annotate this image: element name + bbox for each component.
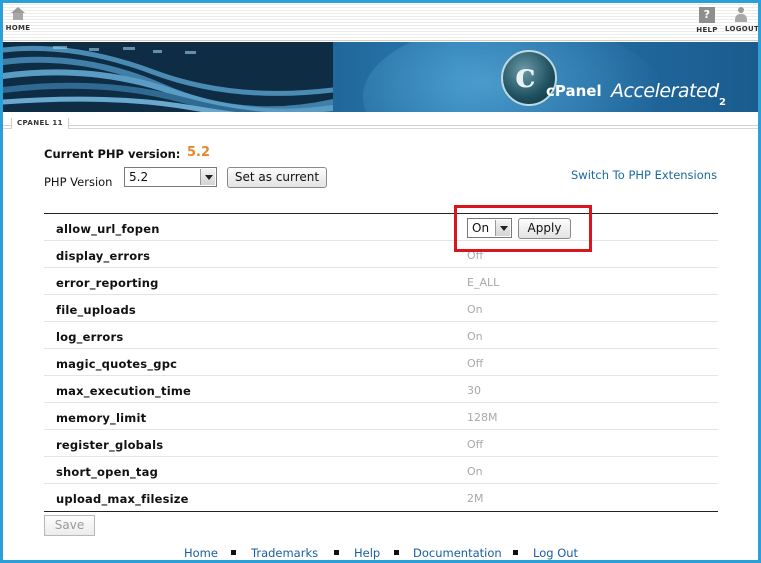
table-row: max_execution_time 30 (44, 376, 718, 403)
setting-value[interactable]: 30 (467, 384, 481, 397)
footer-link-documentation[interactable]: Documentation (413, 546, 502, 560)
setting-name[interactable]: register_globals (56, 438, 163, 452)
setting-name[interactable]: error_reporting (56, 276, 159, 290)
help-button[interactable]: ? HELP (696, 7, 718, 34)
table-row: register_globals Off (44, 430, 718, 457)
bullet-separator (231, 550, 236, 555)
setting-name[interactable]: file_uploads (56, 303, 136, 317)
footer-link-trademarks[interactable]: Trademarks (251, 546, 318, 560)
brand-name: cPanel (546, 82, 602, 100)
table-row: upload_max_filesize 2M (44, 484, 718, 511)
help-icon: ? (699, 7, 715, 23)
php-version-select[interactable]: 5.2 (124, 167, 217, 187)
setting-value[interactable]: On (467, 303, 483, 316)
setting-value[interactable]: E_ALL (467, 276, 499, 289)
table-row: error_reporting E_ALL (44, 268, 718, 295)
php-version-selected: 5.2 (129, 170, 149, 184)
help-label: HELP (696, 26, 718, 34)
setting-name[interactable]: upload_max_filesize (56, 492, 189, 506)
page-frame: HOME ? HELP LOGOUT c cPanel Accelerated … (3, 3, 758, 560)
brand-version: 2 (719, 97, 726, 108)
setting-value[interactable]: On (467, 330, 483, 343)
bullet-separator (513, 550, 518, 555)
php-version-label: PHP Version (44, 175, 113, 189)
logout-button[interactable]: LOGOUT (725, 7, 758, 33)
top-toolbar: HOME ? HELP LOGOUT (3, 3, 758, 41)
home-label: HOME (5, 24, 31, 32)
setting-name[interactable]: memory_limit (56, 411, 146, 425)
logout-icon (734, 7, 748, 22)
setting-name[interactable]: allow_url_fopen (56, 222, 160, 236)
table-row: display_errors Off (44, 241, 718, 268)
cpanel-banner: c cPanel Accelerated 2 (3, 42, 758, 112)
switch-to-php-extensions-link[interactable]: Switch To PHP Extensions (571, 168, 717, 182)
breadcrumb-bar: CPANEL 11 (3, 112, 758, 129)
breadcrumb[interactable]: CPANEL 11 (11, 118, 69, 129)
bullet-separator (394, 550, 399, 555)
setting-name[interactable]: display_errors (56, 249, 150, 263)
table-row: log_errors On (44, 322, 718, 349)
setting-value[interactable]: Off (467, 438, 483, 451)
brand-suffix: Accelerated (611, 80, 719, 102)
setting-value[interactable]: 2M (467, 492, 484, 505)
setting-value[interactable]: On (467, 465, 483, 478)
annotation-highlight-box (454, 205, 592, 252)
setting-value[interactable]: 128M (467, 411, 498, 424)
footer-link-logout[interactable]: Log Out (533, 546, 578, 560)
table-row: short_open_tag On (44, 457, 718, 484)
table-row: file_uploads On (44, 295, 718, 322)
network-cables-image (3, 42, 333, 112)
setting-name[interactable]: log_errors (56, 330, 123, 344)
table-row: magic_quotes_gpc Off (44, 349, 718, 376)
home-button[interactable]: HOME (5, 7, 31, 32)
save-button[interactable]: Save (44, 515, 95, 536)
table-row: memory_limit 128M (44, 403, 718, 430)
setting-name[interactable]: magic_quotes_gpc (56, 357, 177, 371)
logout-label: LOGOUT (725, 25, 758, 33)
bullet-separator (334, 550, 339, 555)
footer-link-home[interactable]: Home (184, 546, 218, 560)
table-row: allow_url_fopen On Apply (44, 214, 718, 241)
setting-name[interactable]: short_open_tag (56, 465, 158, 479)
setting-name[interactable]: max_execution_time (56, 384, 191, 398)
footer-link-help[interactable]: Help (354, 546, 380, 560)
footer-links: Home Trademarks Help Documentation Log O… (3, 545, 758, 560)
set-as-current-button[interactable]: Set as current (227, 167, 327, 188)
php-settings-table: allow_url_fopen On Apply display_errors … (44, 213, 718, 512)
chevron-down-icon[interactable] (200, 169, 215, 185)
current-version-value: 5.2 (187, 145, 211, 160)
current-version-label: Current PHP version: (44, 147, 181, 161)
setting-value[interactable]: Off (467, 357, 483, 370)
home-icon (11, 7, 25, 21)
